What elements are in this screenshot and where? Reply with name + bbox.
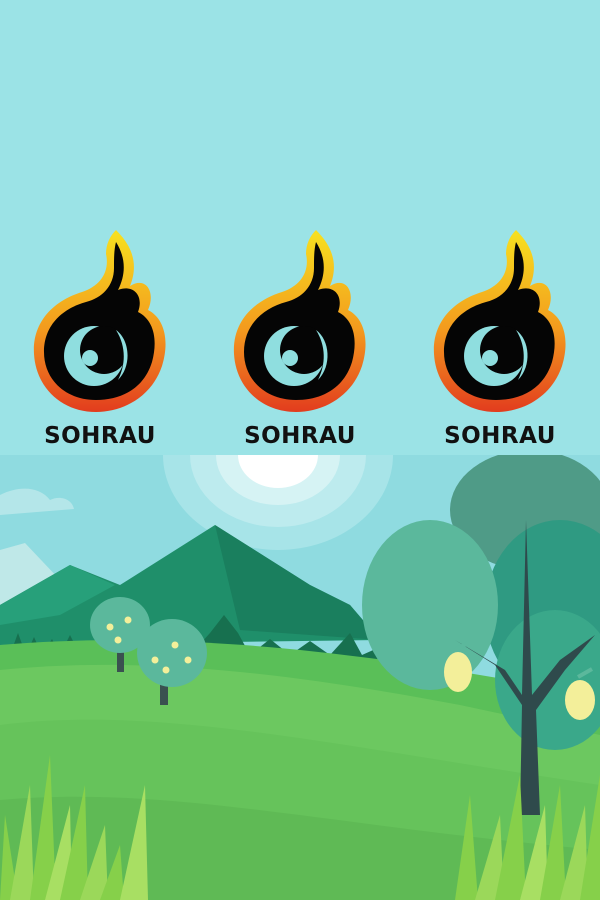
brand-name: SOHRAU: [444, 423, 556, 449]
flame-with-crescent-icon: [233, 230, 366, 412]
brand-name: SOHRAU: [244, 423, 356, 449]
sohrau-logo-1: SOHRAU: [30, 228, 170, 458]
flame-with-crescent-icon: [33, 230, 166, 412]
flame-with-crescent-icon: [433, 230, 566, 412]
sohrau-logo-3: SOHRAU: [430, 228, 570, 458]
sohrau-logo-2: SOHRAU: [230, 228, 370, 458]
poster: SOHRAU SOHRAU SOHRAU: [0, 0, 600, 900]
landscape-illustration: [0, 455, 600, 900]
brand-name: SOHRAU: [44, 423, 156, 449]
